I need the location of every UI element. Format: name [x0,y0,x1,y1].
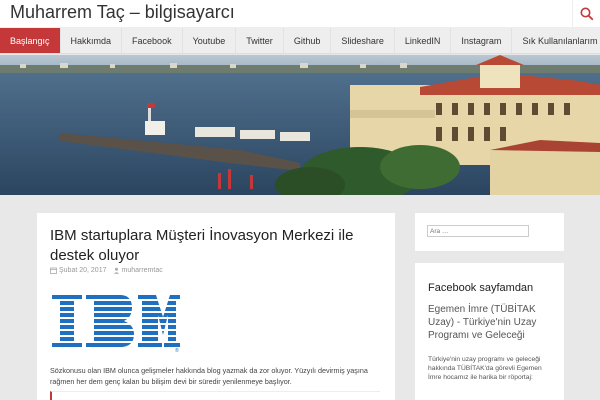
nav-item-youtube[interactable]: Youtube [183,28,237,53]
search-icon [580,7,593,21]
nav-item-slideshare[interactable]: Slideshare [331,28,395,53]
main-navigation: Başlangıç Hakkımda Facebook Youtube Twit… [0,28,600,54]
facebook-widget-heading: Facebook sayfamdan [428,282,534,294]
facebook-post-title[interactable]: Egemen İmre (TÜBİTAK Uzay) - Türkiye'nin… [428,303,556,342]
nav-item-twitter[interactable]: Twitter [236,28,284,53]
post-article: IBM startuplara Müşteri İnovasyon Merkez… [37,213,395,400]
ibm-logo: ® [52,295,180,353]
site-header: Muharrem Taç – bilgisayarcı [0,0,600,28]
search-widget [415,213,564,251]
header-image [0,55,600,195]
nav-item-github[interactable]: Github [284,28,332,53]
facebook-post-text: Türkiye'nin uzay programı ve geleceği ha… [428,356,542,381]
post-embed-box [50,391,380,400]
post-meta: Şubat 20, 2017 muharremtac [50,267,163,274]
nav-item-instagram[interactable]: Instagram [451,28,513,53]
post-date-label: Şubat 20, 2017 [59,267,107,274]
facebook-widget: Facebook sayfamdan Egemen İmre (TÜBİTAK … [415,263,564,400]
search-input[interactable] [427,225,529,237]
post-excerpt: Sözkonusu olan IBM olunca gelişmeler hak… [50,366,368,386]
nav-item-baslangic[interactable]: Başlangıç [0,28,61,53]
nav-item-linkedin[interactable]: LinkedIN [395,28,452,53]
nav-item-hakkimda[interactable]: Hakkımda [61,28,123,53]
calendar-icon [50,267,57,274]
post-title[interactable]: IBM startuplara Müşteri İnovasyon Merkez… [50,226,380,266]
site-title[interactable]: Muharrem Taç – bilgisayarcı [10,2,235,23]
user-icon [113,267,119,274]
post-date[interactable]: Şubat 20, 2017 [50,267,107,274]
sidebar: Facebook sayfamdan Egemen İmre (TÜBİTAK … [415,213,564,400]
bosphorus-pier-photo [0,55,600,195]
svg-text:®: ® [175,347,179,353]
post-author[interactable]: muharremtac [113,267,163,274]
nav-item-facebook[interactable]: Facebook [122,28,183,53]
nav-item-sik-kullanilanlarim[interactable]: Sık Kullanılanlarım [512,28,600,53]
post-author-label: muharremtac [121,267,163,274]
search-toggle-button[interactable] [572,0,600,28]
